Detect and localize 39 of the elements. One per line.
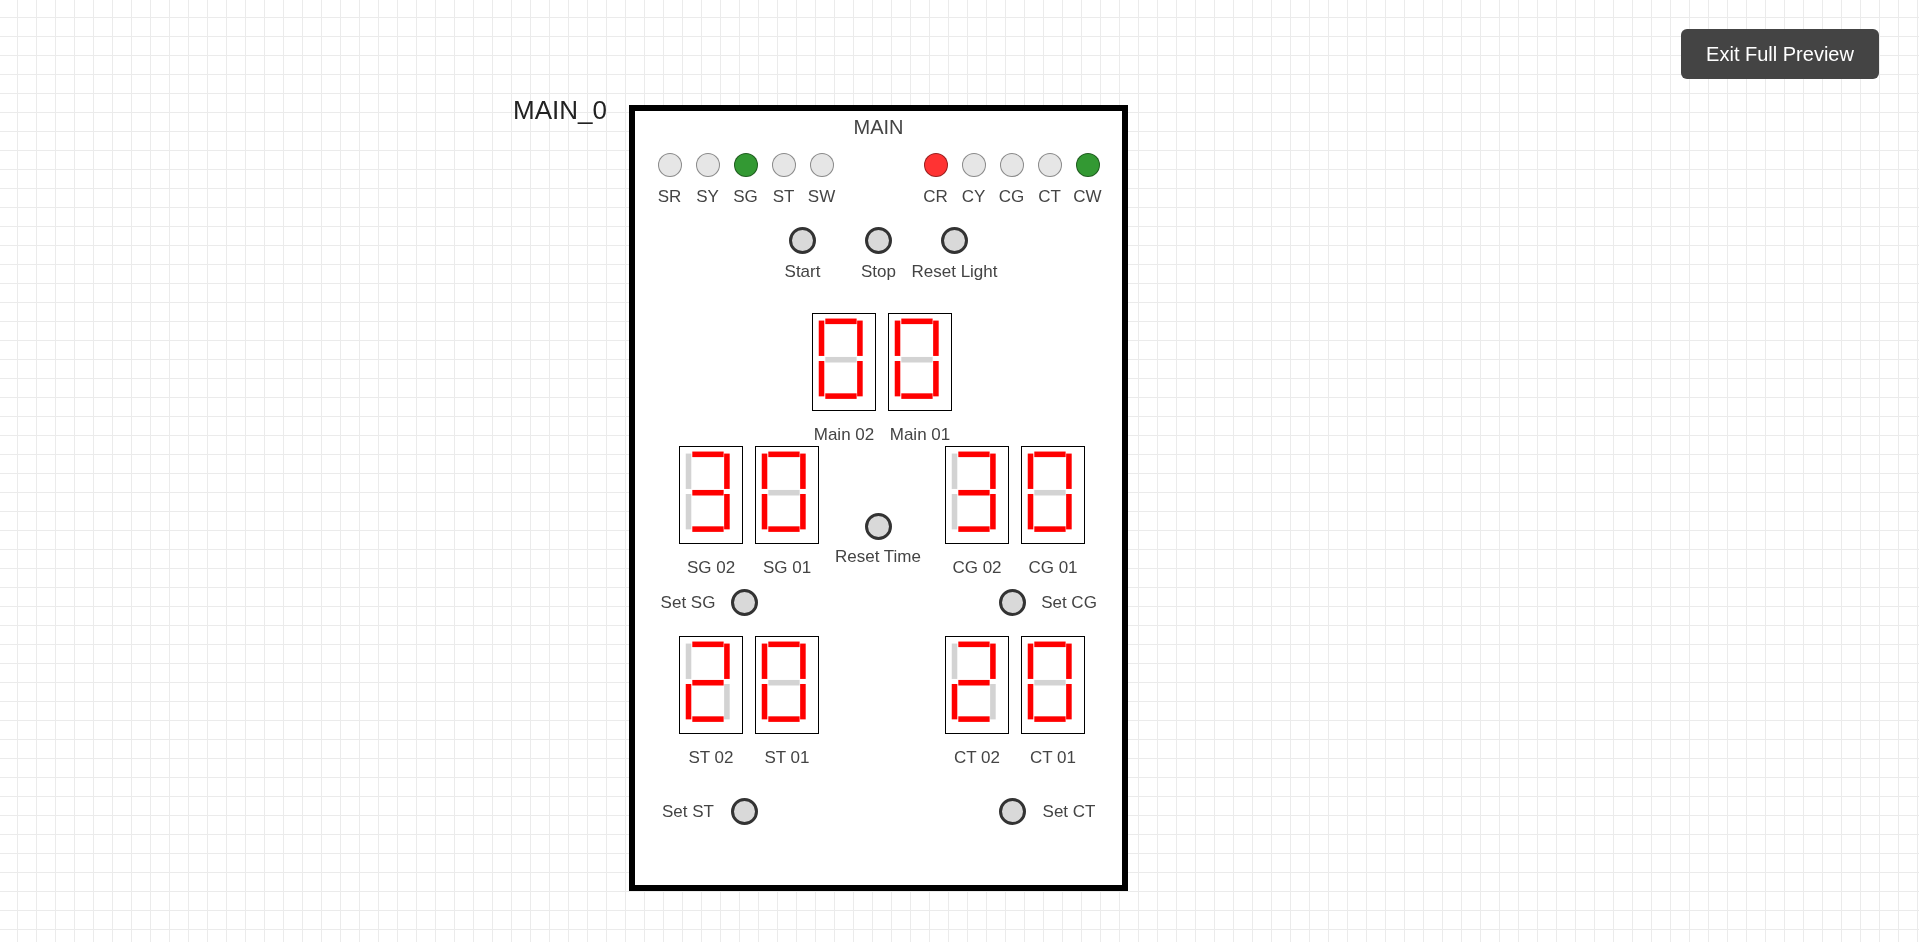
display-label: SG 01 [762, 558, 812, 578]
display-label: CG 01 [1028, 558, 1078, 578]
push-button[interactable] [999, 798, 1026, 825]
button-label: Reset Light [911, 262, 998, 282]
light-label: CG [998, 187, 1025, 207]
display-label: ST 02 [688, 748, 734, 768]
component-label: MAIN_0 [513, 95, 608, 125]
push-button[interactable] [941, 227, 968, 254]
display-label: Main 02 [813, 425, 875, 445]
push-button[interactable] [999, 589, 1026, 616]
light-label: SR [657, 187, 682, 207]
push-button[interactable] [731, 798, 758, 825]
push-button[interactable] [864, 513, 892, 540]
light-label: CW [1073, 187, 1102, 207]
push-button[interactable] [789, 227, 816, 254]
display-label: CG 02 [952, 558, 1002, 578]
push-button[interactable] [731, 589, 758, 616]
panel-title: MAIN [853, 115, 904, 139]
display-label: CT 01 [1030, 748, 1076, 768]
display-label: SG 02 [686, 558, 736, 578]
light-label: CR [923, 187, 948, 207]
light-label: SW [807, 187, 836, 207]
light-label: SY [696, 187, 719, 207]
display-label: CT 02 [954, 748, 1000, 768]
button-label: Stop [861, 262, 896, 282]
display-label: ST 01 [764, 748, 810, 768]
exit-preview-button[interactable]: Exit Full Preview [1681, 29, 1879, 79]
light-label: ST [772, 187, 795, 207]
display-label: Main 01 [889, 425, 951, 445]
button-label: Start [784, 262, 821, 282]
light-label: CT [1038, 187, 1061, 207]
button-label: Reset Time [835, 547, 921, 567]
button-label: Set SG [659, 592, 717, 613]
button-label: Set CG [1040, 592, 1098, 613]
light-label: SG [733, 187, 758, 207]
light-label: CY [961, 187, 986, 207]
push-button[interactable] [865, 227, 892, 254]
button-label: Set CT [1041, 801, 1097, 822]
button-label: Set ST [661, 801, 715, 822]
